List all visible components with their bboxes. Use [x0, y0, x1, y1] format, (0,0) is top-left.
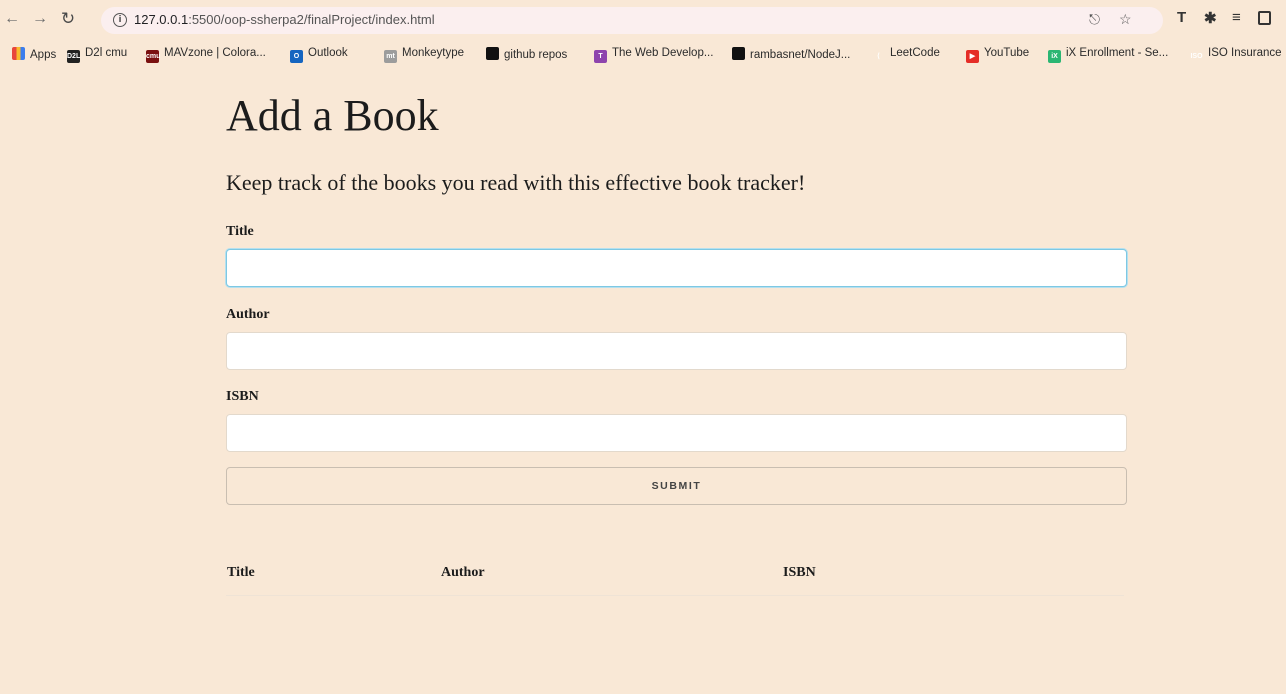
browser-toolbar: ← → ↻ i 127.0.0.1:5500/oop-ssherpa2/fina…: [0, 0, 1286, 40]
author-label: Author: [226, 307, 270, 322]
bookmark-label: Monkeytype: [402, 47, 465, 59]
bookmark-label: ISO Insurance: [1208, 47, 1282, 59]
browser-chrome: ← → ↻ i 127.0.0.1:5500/oop-ssherpa2/fina…: [0, 0, 1286, 66]
github-icon: [486, 47, 499, 60]
author-input[interactable]: [226, 332, 1127, 370]
bookmark-label: MAVzone | Colora...: [164, 47, 266, 59]
bookmark-label: The Web Develop...: [612, 47, 714, 59]
monkeytype-icon: mt: [384, 50, 397, 63]
bookmark-star-icon[interactable]: ☆: [1119, 11, 1132, 28]
bookmark-ix-enrollment[interactable]: iX iX Enrollment - Se...: [1048, 47, 1168, 63]
isbn-label: ISBN: [226, 389, 259, 404]
side-panel-icon[interactable]: [1258, 11, 1271, 25]
book-list-table: Title Author ISBN: [226, 552, 1124, 596]
bookmark-d2l[interactable]: D2L D2l cmu: [67, 47, 127, 63]
bookmark-label: Outlook: [308, 47, 348, 59]
cmu-icon: cmu: [146, 50, 160, 63]
share-icon[interactable]: ⎋: [1089, 11, 1100, 28]
bookmark-leetcode[interactable]: ⟨ LeetCode: [872, 47, 940, 63]
column-header-title: Title: [227, 565, 255, 580]
reload-icon[interactable]: ↻: [58, 9, 78, 29]
bookmark-web-developer[interactable]: T The Web Develop...: [594, 47, 713, 63]
info-icon[interactable]: i: [113, 13, 127, 27]
reading-list-icon[interactable]: ≡: [1232, 9, 1241, 26]
bookmark-label: iX Enrollment - Se...: [1066, 47, 1169, 59]
extensions-puzzle-icon[interactable]: ✱: [1204, 9, 1217, 27]
bookmark-label: Apps: [30, 49, 57, 61]
bookmark-github-repos[interactable]: github repos: [486, 47, 567, 61]
github-icon: [732, 47, 745, 60]
address-bar[interactable]: i 127.0.0.1:5500/oop-ssherpa2/finalProje…: [101, 7, 1163, 34]
bookmark-label: LeetCode: [890, 47, 940, 59]
bookmark-label: rambasnet/NodeJ...: [750, 49, 851, 61]
bookmark-label: github repos: [504, 49, 568, 61]
iso-icon: ISO: [1190, 53, 1203, 60]
url-text[interactable]: 127.0.0.1:5500/oop-ssherpa2/finalProject…: [134, 12, 435, 27]
bookmark-youtube[interactable]: ▶ YouTube: [966, 47, 1029, 63]
url-host: 127.0.0.1: [134, 12, 189, 27]
url-path: :5500/oop-ssherpa2/finalProject/index.ht…: [188, 12, 435, 27]
page-title: Add a Book: [226, 91, 439, 140]
bookmark-mavzone[interactable]: cmu MAVzone | Colora...: [146, 47, 266, 63]
page-body: Add a Book Keep track of the books you r…: [0, 66, 1286, 694]
back-arrow-icon[interactable]: ←: [2, 9, 22, 29]
isbn-input[interactable]: [226, 414, 1127, 452]
column-header-author: Author: [441, 565, 485, 580]
d2l-icon: D2L: [67, 50, 80, 63]
web-developer-icon: T: [594, 50, 607, 63]
leetcode-icon: ⟨: [877, 53, 880, 60]
bookmarks-bar: Apps D2L D2l cmu cmu MAVzone | Colora... O…: [0, 44, 1286, 66]
forward-arrow-icon[interactable]: →: [30, 9, 50, 29]
title-label: Title: [226, 224, 254, 239]
youtube-icon: ▶: [966, 50, 979, 63]
bookmark-monkeytype[interactable]: mt Monkeytype: [384, 47, 464, 63]
column-header-isbn: ISBN: [783, 565, 816, 580]
page-subtitle: Keep track of the books you read with th…: [226, 170, 806, 195]
bookmark-apps[interactable]: Apps: [12, 47, 56, 61]
bookmark-outlook[interactable]: O Outlook: [290, 47, 348, 63]
apps-grid-icon: [12, 47, 25, 60]
title-input[interactable]: [226, 249, 1127, 287]
outlook-icon: O: [290, 50, 303, 63]
bookmark-rambasnet[interactable]: rambasnet/NodeJ...: [732, 47, 850, 61]
bookmark-iso-insurance[interactable]: ISO ISO Insurance: [1190, 47, 1282, 63]
bookmark-label: D2l cmu: [85, 47, 128, 59]
bookmark-label: YouTube: [984, 47, 1030, 59]
extension-t-icon[interactable]: T: [1177, 9, 1186, 26]
submit-button[interactable]: SUBMIT: [226, 467, 1127, 505]
ix-icon: iX: [1048, 50, 1061, 63]
